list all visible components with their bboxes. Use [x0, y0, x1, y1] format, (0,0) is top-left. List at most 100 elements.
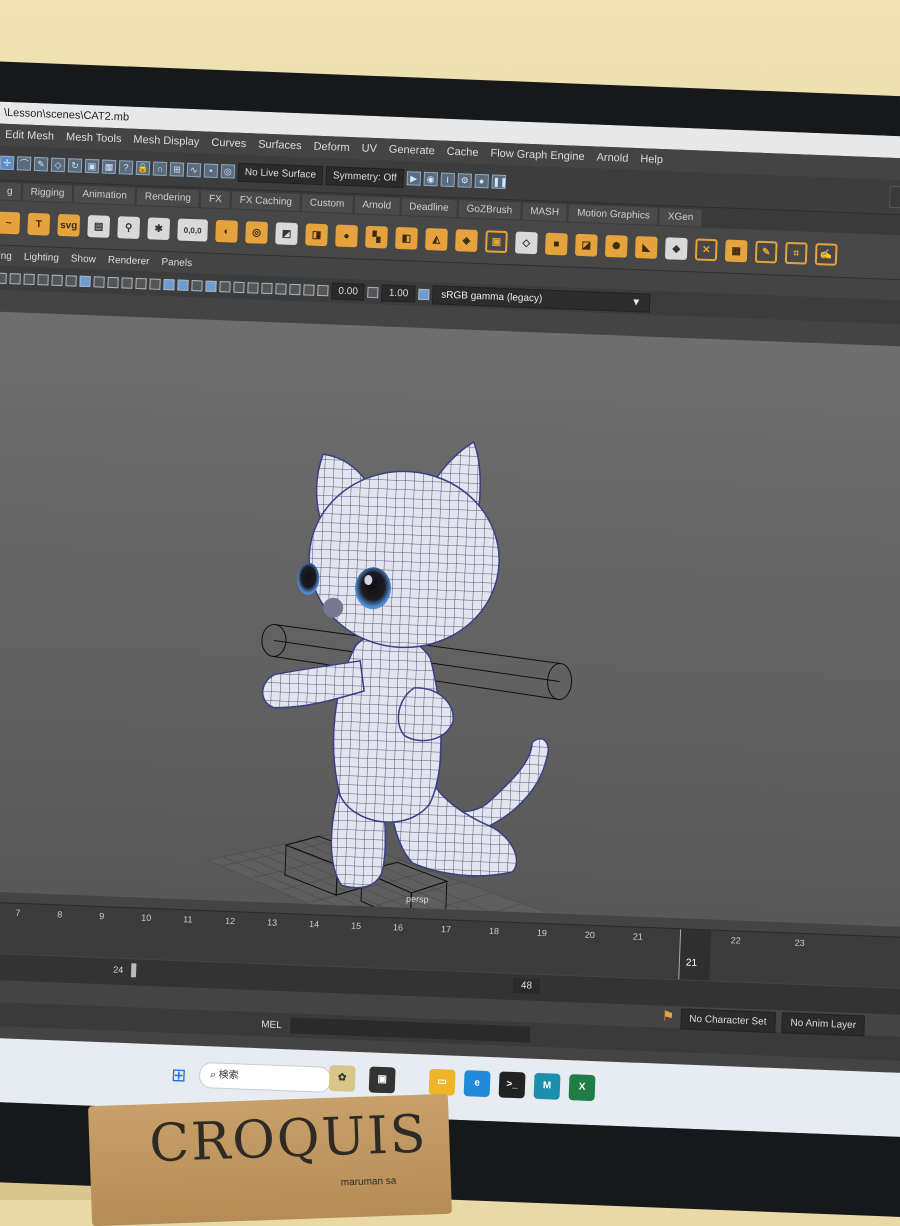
windows-start-icon[interactable]: ⊞ — [171, 1065, 187, 1087]
magnet-icon[interactable]: ∩ — [152, 161, 168, 177]
shelf-tab-rigging[interactable]: Rigging — [22, 183, 73, 202]
menu-uv[interactable]: UV — [361, 142, 377, 155]
menu-curves[interactable]: Curves — [211, 137, 246, 150]
shelf-freeze-icon[interactable]: ✱ — [147, 217, 171, 241]
taskbar-search-box[interactable]: ⌕ 検索 — [198, 1061, 332, 1093]
symmetry-dropdown[interactable]: Symmetry: Off — [325, 165, 405, 188]
gamma-icon[interactable] — [367, 286, 380, 298]
camera-icon[interactable] — [0, 272, 7, 284]
shelf-tab-g[interactable]: g — [0, 182, 21, 200]
exposure-field[interactable]: 0.00 — [331, 281, 366, 301]
bookmark-icon[interactable] — [23, 273, 35, 285]
grease-pencil-icon[interactable] — [65, 274, 77, 287]
range-start-field[interactable]: 24 — [113, 965, 123, 975]
panel-menu-shading[interactable]: ing — [0, 250, 12, 262]
current-frame-marker[interactable]: 21 — [678, 929, 712, 981]
rotate-tool-icon[interactable]: ↻ — [67, 158, 83, 173]
taskbar-maya-icon[interactable]: M — [533, 1072, 561, 1100]
render-icon[interactable]: ◉ — [423, 171, 438, 187]
live-surface-field[interactable]: No Live Surface — [237, 162, 324, 185]
resolution-gate-icon[interactable] — [107, 276, 119, 288]
shelf-append-icon[interactable]: ◪ — [574, 233, 598, 257]
menu-surfaces[interactable]: Surfaces — [258, 139, 302, 153]
gamma-field[interactable]: 1.00 — [381, 283, 416, 303]
wireframe-on-shaded-icon[interactable] — [191, 279, 203, 291]
shelf-extrude-icon[interactable]: ◭ — [425, 228, 448, 251]
shelf-tab-arnold[interactable]: Arnold — [354, 195, 400, 215]
taskbar-edge-icon[interactable]: e — [463, 1070, 491, 1098]
shelf-tab-deadline[interactable]: Deadline — [400, 197, 457, 217]
safe-action-icon[interactable] — [149, 277, 161, 290]
shelf-tab-mash[interactable]: MASH — [521, 202, 568, 221]
lasso-tool-icon[interactable]: ⌒ — [16, 156, 32, 171]
shelf-bevel-icon[interactable]: ◈ — [455, 229, 478, 252]
menu-mesh-tools[interactable]: Mesh Tools — [66, 131, 122, 145]
shelf-curve-icon[interactable]: ~ — [0, 211, 21, 235]
shelf-bridge-icon[interactable]: ▚ — [365, 225, 388, 249]
move-tool-icon[interactable]: ◇ — [50, 157, 66, 173]
character-set-dropdown[interactable]: No Character Set — [679, 1008, 776, 1034]
ipr-render-icon[interactable]: I — [440, 172, 455, 188]
lights-icon[interactable] — [219, 280, 231, 293]
shelf-tab-rendering[interactable]: Rendering — [136, 187, 200, 207]
isolate-select-icon[interactable] — [289, 283, 301, 295]
image-plane-icon[interactable] — [37, 273, 49, 286]
shelf-tab-motion-graphics[interactable]: Motion Graphics — [568, 203, 659, 225]
render-settings-icon[interactable]: ⚙ — [457, 173, 472, 188]
field-chart-icon[interactable] — [135, 277, 147, 289]
wireframe-icon[interactable] — [163, 278, 175, 290]
hypershade-icon[interactable]: ● — [474, 173, 489, 189]
command-language-label[interactable]: MEL — [261, 1019, 282, 1031]
shelf-pivot-icon[interactable]: ⚲ — [117, 216, 141, 240]
help-icon[interactable]: ? — [118, 160, 134, 175]
menu-flow-graph-engine[interactable]: Flow Graph Engine — [490, 147, 585, 163]
snap-point-icon[interactable]: • — [203, 163, 219, 178]
range-handle[interactable] — [130, 963, 137, 978]
shelf-svg-icon[interactable]: svg — [57, 213, 81, 237]
pause-icon[interactable]: ❚❚ — [491, 174, 508, 190]
menu-arnold[interactable]: Arnold — [596, 152, 628, 165]
ambient-occlusion-icon[interactable] — [247, 281, 259, 294]
taskbar-explorer-icon[interactable]: ▭ — [428, 1068, 456, 1096]
shelf-multicut-icon[interactable]: ▣ — [485, 230, 508, 254]
snap-grid-icon[interactable]: ⊞ — [169, 162, 185, 177]
anim-layer-dropdown[interactable]: No Anim Layer — [781, 1012, 866, 1037]
sign-in-button[interactable]: Sign In — [888, 185, 900, 210]
shelf-reset-coords-icon[interactable]: 0,0,0 — [177, 218, 209, 242]
lock-icon[interactable]: 🔒 — [135, 160, 151, 176]
scale-tool-icon[interactable]: ▣ — [84, 158, 100, 174]
shelf-tab-custom[interactable]: Custom — [301, 193, 353, 213]
shelf-measure-icon[interactable]: ⌗ — [784, 241, 808, 265]
shelf-checker-icon[interactable]: ▦ — [724, 239, 748, 263]
shelf-uv-icon[interactable]: ◇ — [514, 231, 538, 255]
render-view-icon[interactable]: ▶ — [406, 171, 421, 186]
shelf-tab-animation[interactable]: Animation — [74, 184, 136, 205]
shelf-combine-icon[interactable]: ◎ — [245, 221, 269, 244]
shelf-paint-icon[interactable]: ✍ — [814, 242, 838, 266]
taskbar-widget-icon[interactable]: ✿ — [328, 1064, 356, 1092]
shelf-tab-fx[interactable]: FX — [200, 189, 231, 208]
textured-icon[interactable] — [205, 280, 217, 292]
menu-cache[interactable]: Cache — [446, 146, 478, 159]
smooth-shade-icon[interactable] — [177, 279, 189, 291]
menu-deform[interactable]: Deform — [313, 141, 349, 154]
auto-key-icon[interactable]: ⚑ — [661, 1008, 675, 1029]
shelf-target-weld-icon[interactable]: ✕ — [694, 238, 718, 262]
panel-menu-show[interactable]: Show — [71, 253, 96, 265]
motion-blur-icon[interactable] — [261, 282, 273, 294]
snap-view-icon[interactable]: ◎ — [220, 164, 236, 179]
shelf-table-icon[interactable]: ▤ — [87, 215, 111, 238]
menu-edit-mesh[interactable]: Edit Mesh — [5, 129, 54, 143]
shadows-icon[interactable] — [233, 281, 245, 293]
shelf-sphere-icon[interactable]: ✺ — [604, 234, 628, 258]
film-gate-icon[interactable] — [93, 275, 105, 288]
menu-help[interactable]: Help — [640, 153, 663, 166]
xray-joints-icon[interactable] — [303, 283, 315, 296]
shelf-text-icon[interactable]: T — [27, 212, 51, 236]
2d-pan-icon[interactable] — [51, 274, 63, 286]
shelf-pencil-icon[interactable]: ✎ — [754, 240, 778, 264]
command-input[interactable] — [289, 1017, 530, 1043]
gate-mask-icon[interactable] — [121, 276, 133, 289]
shelf-cube-icon[interactable]: ■ — [544, 232, 568, 256]
paint-select-icon[interactable]: ✎ — [33, 156, 49, 172]
